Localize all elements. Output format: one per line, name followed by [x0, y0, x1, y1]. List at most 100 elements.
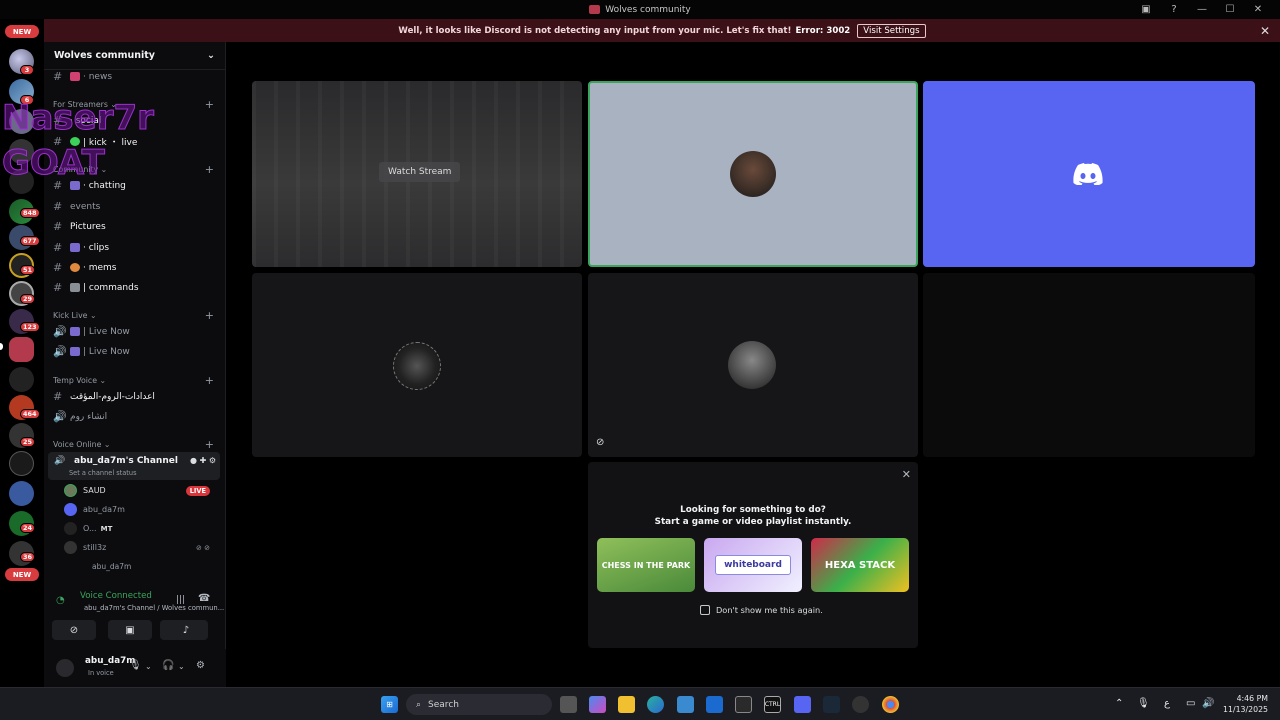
server-icon[interactable]: [9, 139, 34, 164]
watch-stream-button[interactable]: Watch Stream: [379, 162, 461, 182]
chevron-down-icon[interactable]: ⌄: [178, 662, 185, 671]
inbox-icon[interactable]: ▣: [1132, 2, 1160, 17]
voice-channel-live-now[interactable]: 🔊 | Live Now: [48, 322, 220, 341]
copilot-icon[interactable]: [589, 696, 606, 713]
channel-commands[interactable]: # | commands: [48, 278, 220, 297]
maximize-button[interactable]: ☐: [1216, 2, 1244, 17]
soundboard-button[interactable]: ♪: [164, 620, 208, 640]
voice-location[interactable]: abu_da7m's Channel / Wolves commun...: [84, 604, 224, 612]
app-icon[interactable]: [735, 696, 752, 713]
activity-whiteboard[interactable]: whiteboard: [704, 538, 802, 592]
add-channel-icon[interactable]: +: [205, 438, 214, 451]
server-icon[interactable]: [9, 109, 34, 134]
outlook-icon[interactable]: [706, 696, 723, 713]
close-notice-icon[interactable]: ✕: [1260, 24, 1270, 38]
camera-off-icon: ⊘: [69, 624, 79, 636]
activity-chess-in-the-park[interactable]: CHESS IN THE PARK: [597, 538, 695, 592]
server-icon[interactable]: [9, 169, 34, 194]
voice-user[interactable]: SAUD LIVE: [64, 482, 220, 499]
speaker-icon: 🔊: [53, 410, 67, 423]
channel-pictures[interactable]: # Pictures: [48, 217, 220, 236]
store-icon[interactable]: [677, 696, 694, 713]
server-header[interactable]: Wolves community ⌄: [44, 42, 225, 70]
user-tile[interactable]: [923, 81, 1255, 267]
checkbox[interactable]: [700, 605, 710, 615]
microphone-icon[interactable]: 🎙: [1137, 698, 1150, 709]
avatar[interactable]: [56, 659, 74, 677]
windows-start-icon[interactable]: ⊞: [381, 696, 398, 713]
channel-temp-settings[interactable]: # اعدادات-الروم-المؤقت: [48, 387, 220, 406]
emoji-icon: [70, 263, 80, 272]
channel-events[interactable]: # events: [48, 197, 220, 216]
language-indicator[interactable]: ع: [1164, 698, 1170, 709]
voice-user[interactable]: abu_da7m: [92, 558, 248, 575]
voice-channel-live-now[interactable]: 🔊 | Live Now: [48, 342, 220, 361]
voice-user[interactable]: O... MT: [64, 520, 220, 537]
volume-icon[interactable]: 🔊: [1202, 698, 1214, 709]
server-icon[interactable]: [9, 481, 34, 506]
category-voice-online[interactable]: Voice Online ⌄ +: [48, 437, 220, 451]
microphone-icon[interactable]: 🎙: [129, 660, 142, 671]
server-icon[interactable]: [9, 451, 34, 476]
system-clock[interactable]: 4:46 PM 11/13/2025: [1223, 693, 1268, 715]
channel-news[interactable]: # · news: [48, 67, 220, 86]
noise-suppression-icon[interactable]: |||: [176, 595, 185, 605]
channel-actions-icons[interactable]: ● ✚ ⚙: [190, 456, 216, 465]
speaker-icon: 🔊: [53, 345, 67, 358]
add-channel-icon[interactable]: +: [205, 163, 214, 176]
discord-taskbar-icon[interactable]: [794, 696, 811, 713]
speaking-user-tile[interactable]: [588, 81, 918, 267]
channel-mems[interactable]: # · mems: [48, 258, 220, 277]
camera-off-button[interactable]: ⊘: [52, 620, 96, 640]
screen-share-button[interactable]: ▣: [108, 620, 152, 640]
channel-status[interactable]: Set a channel status: [69, 469, 137, 477]
category-temp-voice[interactable]: Temp Voice ⌄ +: [48, 373, 220, 387]
edge-icon[interactable]: [647, 696, 664, 713]
hash-icon: #: [53, 179, 63, 192]
task-view-icon[interactable]: [560, 696, 577, 713]
headphones-icon[interactable]: 🎧: [162, 660, 174, 671]
minimize-button[interactable]: —: [1188, 2, 1216, 17]
channel-chatting[interactable]: # · chatting: [48, 176, 220, 195]
category-community[interactable]: Community ⌄ +: [48, 162, 220, 176]
chevron-down-icon[interactable]: ⌄: [145, 662, 152, 671]
user-tile[interactable]: ⊘: [588, 273, 918, 457]
server-icon-wolves[interactable]: [9, 337, 34, 362]
visit-settings-button[interactable]: Visit Settings: [857, 23, 926, 38]
chrome-icon[interactable]: [882, 696, 899, 713]
voice-user[interactable]: still3z ⊘ ⊘: [64, 539, 220, 556]
ctrl-app-icon[interactable]: CTRL: [764, 696, 781, 713]
chevron-up-icon[interactable]: ⌃: [1115, 698, 1123, 709]
steam-icon[interactable]: [823, 696, 840, 713]
activity-hexa-stack[interactable]: HEXA STACK: [811, 538, 909, 592]
server-icon[interactable]: [9, 367, 34, 392]
channel-kick-live[interactable]: # | kick ・ live: [48, 132, 220, 151]
user-tile[interactable]: [923, 273, 1255, 457]
add-channel-icon[interactable]: +: [205, 374, 214, 387]
category-kick-live[interactable]: Kick Live ⌄ +: [48, 308, 220, 322]
voice-channel-create-room[interactable]: 🔊 انشاء روم: [48, 407, 220, 426]
taskbar-search[interactable]: ⌕ Search: [406, 694, 552, 715]
dont-show-again[interactable]: Don't show me this again.: [700, 605, 823, 615]
stream-tile[interactable]: Watch Stream: [252, 81, 582, 267]
add-channel-icon[interactable]: +: [205, 309, 214, 322]
help-icon[interactable]: ?: [1160, 2, 1188, 17]
disconnect-icon[interactable]: ☎: [198, 593, 210, 604]
close-window-button[interactable]: ✕: [1244, 2, 1272, 17]
voice-user[interactable]: abu_da7m: [64, 501, 220, 518]
add-channel-icon[interactable]: +: [205, 98, 214, 111]
close-icon[interactable]: ✕: [902, 468, 911, 481]
mention-badge: 29: [20, 294, 36, 304]
category-for-streamers[interactable]: For Streamers ⌄ +: [48, 97, 220, 111]
voice-connected-label[interactable]: Voice Connected: [80, 591, 152, 601]
channel-social[interactable]: # · social: [48, 111, 220, 130]
user-tag: MT: [100, 524, 113, 533]
file-explorer-icon[interactable]: [618, 696, 635, 713]
user-tile[interactable]: [252, 273, 582, 457]
settings-gear-icon[interactable]: ⚙: [196, 660, 205, 671]
app-icon[interactable]: [852, 696, 869, 713]
active-voice-channel[interactable]: 🔊 abu_da7m's Channel Set a channel statu…: [48, 452, 220, 480]
channel-clips[interactable]: # · clips: [48, 238, 220, 257]
network-icon[interactable]: ▭: [1186, 698, 1195, 709]
search-icon: ⌕: [416, 699, 422, 710]
